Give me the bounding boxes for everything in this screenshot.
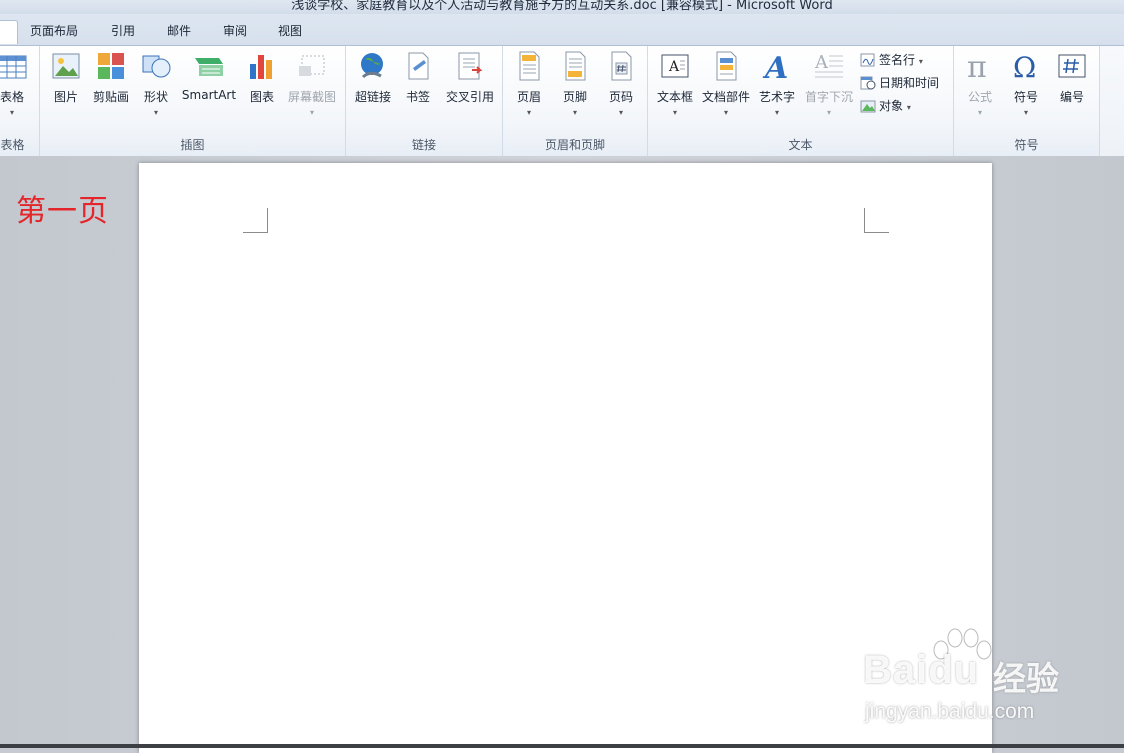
ribbon-overflow [1100,45,1124,157]
omega-icon: Ω [1010,50,1042,84]
group-illustrations: 图片 剪贴画 形状 ▾ SmartArt 图表 屏幕截图 ▾ 插图 [40,46,346,156]
page-number-button[interactable]: 页码 ▾ [601,50,641,117]
chart-button[interactable]: 图表 [242,50,282,105]
watermark-cn: 经验 [993,659,1059,698]
dropdown-arrow-icon: ▾ [906,103,911,112]
quick-parts-button[interactable]: 文档部件 ▾ [700,50,752,117]
object-icon [860,99,876,113]
page-number-icon [605,50,637,82]
tab-view[interactable]: 视图 [268,20,312,44]
watermark-word: Baidu [863,648,980,692]
shapes-icon [140,50,172,82]
date-time-button[interactable]: 日期和时间 [860,73,939,93]
cross-reference-button[interactable]: 交叉引用 [442,50,498,105]
group-label-header-footer: 页眉和页脚 [544,138,605,152]
header-icon [513,50,545,82]
smartart-button[interactable]: SmartArt [180,50,238,102]
dropdown-arrow-icon: ▾ [9,108,14,117]
equation-button[interactable]: π 公式 ▾ [960,50,1000,117]
number-button[interactable]: 编号 [1052,50,1092,105]
dropdown-arrow-icon: ▾ [153,108,158,117]
dropdown-arrow-icon: ▾ [309,108,314,117]
footer-button[interactable]: 页脚 ▾ [555,50,595,117]
dropdown-arrow-icon: ▾ [672,108,677,117]
dropdown-arrow-icon: ▾ [723,108,728,117]
svg-text:A: A [762,51,788,82]
ribbon: 表格 ▾ 表格 图片 剪贴画 形状 ▾ SmartArt 图表 屏幕截图 ▾ 插… [0,45,1100,157]
tab-page-layout[interactable]: 页面布局 [20,20,88,44]
margin-mark-top-left [243,208,268,233]
svg-text:π: π [967,50,987,82]
dropdown-arrow-icon: ▾ [526,108,531,117]
picture-button[interactable]: 图片 [46,50,86,105]
dropdown-arrow-icon: ▾ [826,108,831,117]
group-links: 超链接 书签 交叉引用 链接 [346,46,503,156]
window-title: 浅谈学校、家庭教育以及个人活动与教育施予方的互动关系.doc [兼容模式] - … [291,0,833,13]
group-symbols: π 公式 ▾ Ω 符号 ▾ 编号 符号 [954,46,1100,156]
drop-cap-icon: A [813,50,845,82]
group-label-symbols: 符号 [1014,138,1039,152]
dropdown-arrow-icon: ▾ [1023,108,1028,117]
group-label-text: 文本 [788,138,813,152]
cross-reference-icon [454,50,486,82]
svg-text:A: A [668,59,680,75]
svg-text:Ω: Ω [1013,51,1036,82]
number-icon [1056,50,1088,82]
group-label-illustrations: 插图 [180,138,205,152]
title-bar: 浅谈学校、家庭教育以及个人活动与教育施予方的互动关系.doc [兼容模式] - … [0,0,1124,14]
shapes-button[interactable]: 形状 ▾ [136,50,176,117]
table-icon [0,50,28,82]
baidu-jingyan-watermark: Baidu 经验 jingyan.baidu.com [835,608,1115,733]
tab-insert[interactable] [0,20,18,44]
clipart-button[interactable]: 剪贴画 [90,50,132,105]
dropdown-arrow-icon: ▾ [618,108,623,117]
dropdown-arrow-icon: ▾ [774,108,779,117]
margin-mark-top-right [864,208,889,233]
bookmark-button[interactable]: 书签 [398,50,438,105]
textbox-icon: A [659,50,691,82]
footer-icon [559,50,591,82]
group-header-footer: 页眉 ▾ 页脚 ▾ 页码 ▾ 页眉和页脚 [503,46,648,156]
signature-line-button[interactable]: 签名行 ▾ [860,50,923,70]
hyperlink-button[interactable]: 超链接 [352,50,394,105]
dropdown-arrow-icon: ▾ [918,57,923,66]
table-button[interactable]: 表格 ▾ [0,50,32,117]
ribbon-tab-bar: 页面布局 引用 邮件 审阅 视图 [0,14,1124,46]
smartart-icon [193,50,225,82]
picture-icon [50,50,82,82]
signature-icon [860,53,876,67]
chart-icon [246,50,278,82]
group-text: A 文本框 ▾ 文档部件 ▾ A 艺术字 ▾ A 首字下沉 ▾ 签名行 ▾ 日期… [648,46,954,156]
bookmark-icon [402,50,434,82]
tab-references[interactable]: 引用 [101,20,145,44]
drop-cap-button[interactable]: A 首字下沉 ▾ [802,50,856,117]
window-bottom-edge [0,744,1124,748]
quick-parts-icon [710,50,742,82]
screenshot-icon [296,50,328,82]
calendar-clock-icon [860,76,876,90]
globe-link-icon [357,50,389,82]
page-annotation: 第一页 [16,194,109,229]
wordart-button[interactable]: A 艺术字 ▾ [754,50,800,117]
dropdown-arrow-icon: ▾ [977,108,982,117]
dropdown-arrow-icon: ▾ [572,108,577,117]
object-button[interactable]: 对象 ▾ [860,96,911,116]
textbox-button[interactable]: A 文本框 ▾ [653,50,697,117]
screenshot-button[interactable]: 屏幕截图 ▾ [284,50,340,117]
group-tables: 表格 ▾ 表格 [0,46,40,156]
wordart-icon: A [761,50,793,86]
tab-mailings[interactable]: 邮件 [157,20,201,44]
clipart-icon [95,50,127,82]
pi-icon: π [964,50,996,85]
watermark-url: jingyan.baidu.com [865,700,1035,723]
group-label-links: 链接 [411,138,436,152]
tab-review[interactable]: 审阅 [213,20,257,44]
header-button[interactable]: 页眉 ▾ [509,50,549,117]
svg-text:A: A [814,52,829,73]
symbol-button[interactable]: Ω 符号 ▾ [1006,50,1046,117]
group-label-tables: 表格 [0,138,25,152]
